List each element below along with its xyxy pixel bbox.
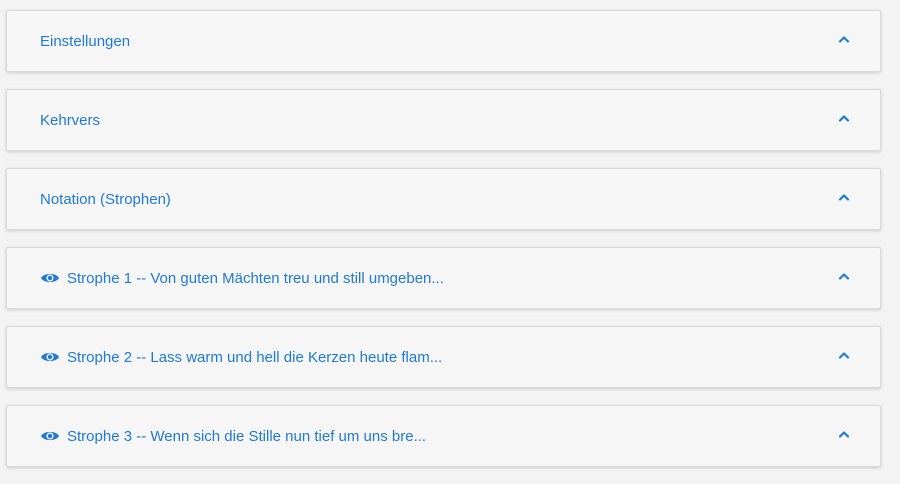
panel-strophe-2[interactable]: Strophe 2 -- Lass warm und hell die Kerz… [6,326,881,388]
panel-notation[interactable]: Notation (Strophen) [6,168,881,230]
chevron-up-icon[interactable] [838,272,850,280]
chevron-up-icon[interactable] [838,193,850,201]
panel-header: Strophe 2 -- Lass warm und hell die Kerz… [40,327,442,387]
panel-header: Notation (Strophen) [40,169,171,229]
panel-label: Strophe 2 -- Lass warm und hell die Kerz… [67,348,443,366]
panel-kehrvers[interactable]: Kehrvers [6,89,881,151]
panel-header: Strophe 1 -- Von guten Mächten treu und … [40,248,444,308]
panel-strophe-1[interactable]: Strophe 1 -- Von guten Mächten treu und … [6,247,881,309]
accordion: Einstellungen Kehrvers Notation (Strophe… [0,0,900,484]
panel-label: Strophe 1 -- Von guten Mächten treu und … [67,269,444,287]
chevron-up-icon[interactable] [838,114,850,122]
chevron-up-icon[interactable] [838,430,850,438]
panel-header: Kehrvers [40,90,100,150]
panel-einstellungen[interactable]: Einstellungen [6,10,881,72]
eye-icon[interactable] [40,350,60,364]
panel-header: Strophe 3 -- Wenn sich die Stille nun ti… [40,406,426,466]
eye-icon[interactable] [40,429,60,443]
panel-label: Strophe 3 -- Wenn sich die Stille nun ti… [67,427,427,445]
panel-label: Einstellungen [40,32,131,50]
panel-label: Notation (Strophen) [40,190,171,208]
chevron-up-icon[interactable] [838,351,850,359]
panel-label: Kehrvers [40,111,101,129]
panel-header: Einstellungen [40,11,130,71]
eye-icon[interactable] [40,271,60,285]
panel-strophe-3[interactable]: Strophe 3 -- Wenn sich die Stille nun ti… [6,405,881,467]
chevron-up-icon[interactable] [838,35,850,43]
